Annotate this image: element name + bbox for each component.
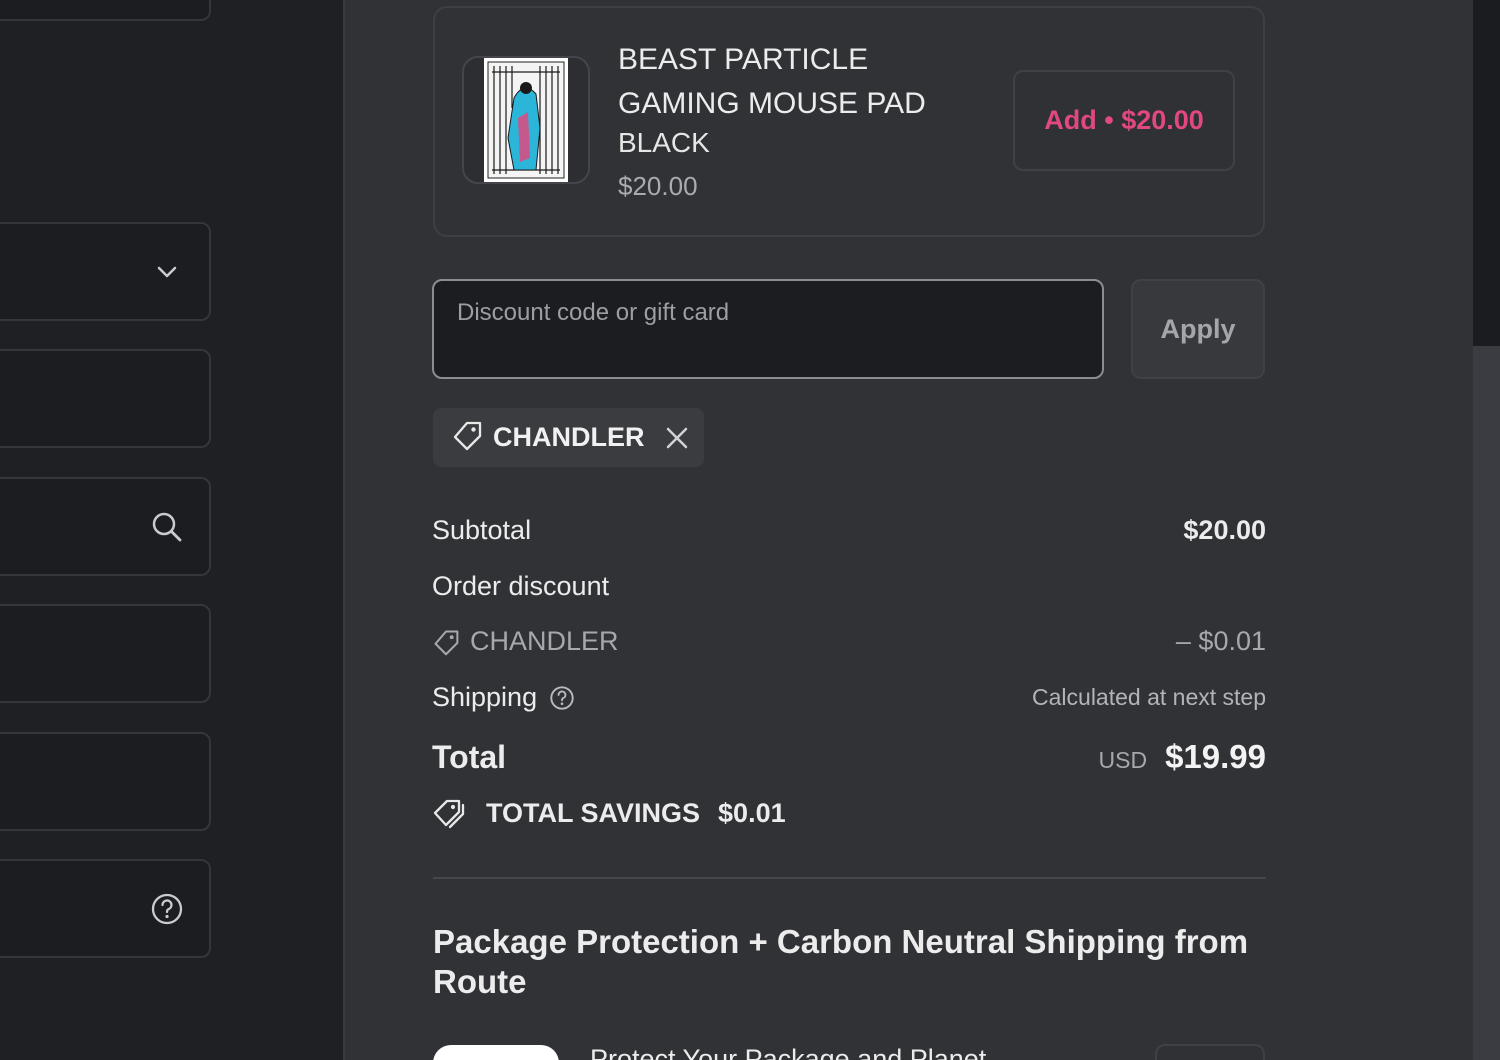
total-value: $19.99 [1165,738,1266,775]
add-separator: • [1104,105,1114,135]
discount-code-input[interactable]: Discount code or gift card [432,279,1104,379]
subtotal-value: $20.00 [1183,515,1266,545]
upsell-product-price: $20.00 [618,171,698,201]
search-icon[interactable] [149,509,185,545]
savings-value: $0.01 [718,797,786,828]
help-circle-icon[interactable] [549,685,575,711]
subtotal-label: Subtotal [432,515,532,545]
total-row: Total USD $19.99 [432,738,1266,776]
route-protection-title: Package Protection + Carbon Neutral Ship… [433,923,1249,1000]
add-label: Add [1044,105,1097,135]
apartment-field[interactable] [0,604,211,703]
close-icon[interactable] [665,426,689,450]
upsell-product-variant: BLACK [618,127,710,158]
applied-code-label: CHANDLER [493,422,645,452]
section-divider [433,877,1266,879]
add-price: $20.00 [1121,105,1204,135]
discount-code-label: CHANDLER [470,626,619,656]
apply-discount-button[interactable]: Apply [1131,279,1265,379]
route-protection-toggle[interactable] [433,1045,559,1060]
mouse-pad-artwork [484,58,568,182]
checkout-form-column [0,0,344,1060]
add-upsell-button[interactable]: Add • $20.00 [1013,70,1235,171]
shipping-value: Calculated at next step [1032,684,1266,710]
scrollbar-thumb[interactable] [1473,0,1500,346]
route-option-button[interactable] [1155,1044,1265,1060]
upsell-product-title: BEAST PARTICLE GAMING MOUSE PAD [618,43,926,120]
chevron-down-icon [149,254,185,290]
discount-placeholder: Discount code or gift card [457,299,730,326]
subtotal-row: Subtotal $20.00 [432,515,1266,546]
order-discount-row: Order discount [432,571,1266,602]
order-discount-label: Order discount [432,571,610,601]
tag-icon [432,628,460,656]
name-field[interactable] [0,349,211,448]
shipping-row: Shipping Calculated at next step [432,682,1266,713]
phone-field[interactable] [0,859,211,958]
scrollbar[interactable] [1473,0,1500,1060]
applied-discount-chip: CHANDLER [433,408,704,467]
tag-icon [451,419,483,456]
currency-code: USD [1098,747,1148,773]
discount-value: – $0.01 [1175,626,1266,656]
shipping-label: Shipping [432,682,538,712]
total-label: Total [432,738,507,775]
scrollbar-track-lower[interactable] [1473,346,1500,1060]
help-circle-icon[interactable] [149,891,185,927]
discount-code-row: CHANDLER – $0.01 [432,626,1266,657]
form-field-top[interactable] [0,0,211,21]
savings-tag-icon [432,797,468,829]
savings-label: TOTAL SAVINGS [486,797,701,828]
product-thumbnail [462,56,590,184]
address-field[interactable] [0,477,211,576]
route-option-text: Protect Your Package and Planet [590,1044,987,1060]
country-select[interactable] [0,222,211,321]
total-savings: TOTAL SAVINGS $0.01 [432,797,786,829]
city-field[interactable] [0,732,211,831]
